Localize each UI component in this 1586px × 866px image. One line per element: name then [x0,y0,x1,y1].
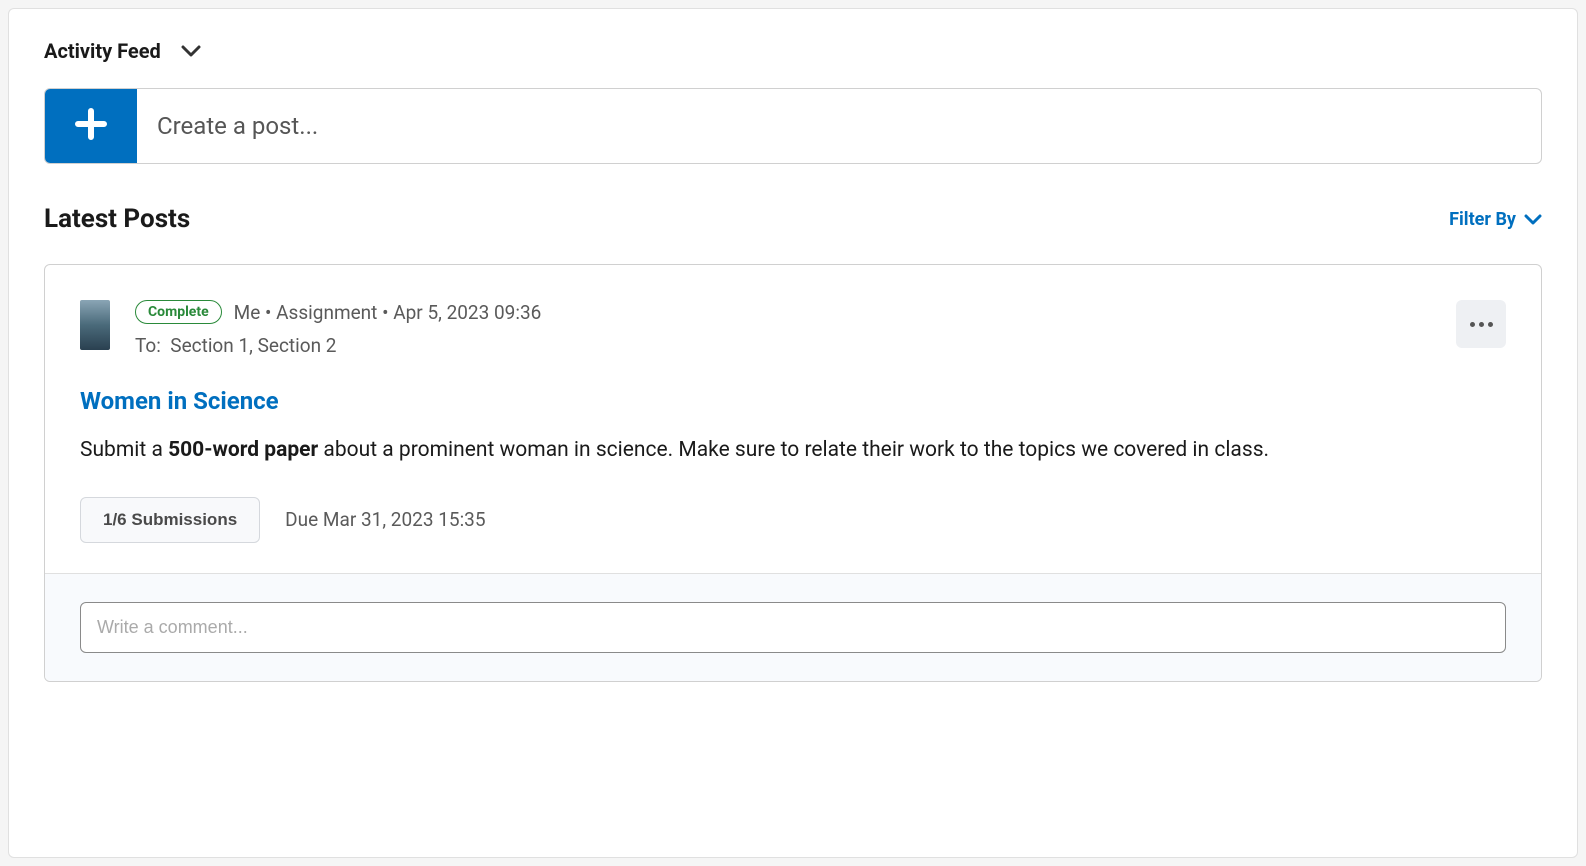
filter-by-label: Filter By [1449,209,1516,230]
post-to-label: To: [135,334,161,357]
create-post-placeholder[interactable]: Create a post... [137,89,1541,163]
avatar [80,300,110,350]
post-meta: Complete Me • Assignment • Apr 5, 2023 0… [135,300,1431,357]
plus-icon [74,107,108,145]
comment-input[interactable] [80,602,1506,653]
post-meta-text: Me • Assignment • Apr 5, 2023 09:36 [234,301,542,324]
due-date: Due Mar 31, 2023 15:35 [285,508,485,531]
more-actions-button[interactable] [1456,300,1506,348]
status-badge: Complete [135,300,222,324]
post-to-line: To: Section 1, Section 2 [135,334,1431,357]
post-to-value: Section 1, Section 2 [170,334,336,357]
post-footer: 1/6 Submissions Due Mar 31, 2023 15:35 [80,497,1506,543]
page-header: Activity Feed [44,39,1542,63]
activity-feed-container: Activity Feed Create a post... Latest Po… [8,8,1578,858]
filter-by-button[interactable]: Filter By [1449,209,1542,230]
post-header: Complete Me • Assignment • Apr 5, 2023 0… [80,300,1506,357]
create-post-bar[interactable]: Create a post... [44,88,1542,164]
post-author: Me [234,301,261,324]
post-body-bold: 500-word paper [168,438,318,462]
page-title: Activity Feed [44,39,161,63]
post-date: Apr 5, 2023 09:36 [393,301,541,324]
more-horizontal-icon [1470,322,1493,327]
post-type: Assignment [276,301,377,324]
section-title: Latest Posts [44,204,190,234]
section-header: Latest Posts Filter By [44,204,1542,234]
post-body: Submit a 500-word paper about a prominen… [80,435,1506,467]
comment-section [45,573,1541,681]
post-meta-line: Complete Me • Assignment • Apr 5, 2023 0… [135,300,1431,324]
chevron-down-icon[interactable] [181,42,201,61]
post-title-link[interactable]: Women in Science [80,387,1506,415]
chevron-down-icon [1524,209,1542,230]
post-card: Complete Me • Assignment • Apr 5, 2023 0… [44,264,1542,682]
post-main: Complete Me • Assignment • Apr 5, 2023 0… [45,265,1541,573]
submissions-button[interactable]: 1/6 Submissions [80,497,260,543]
create-post-plus-button[interactable] [45,89,137,163]
